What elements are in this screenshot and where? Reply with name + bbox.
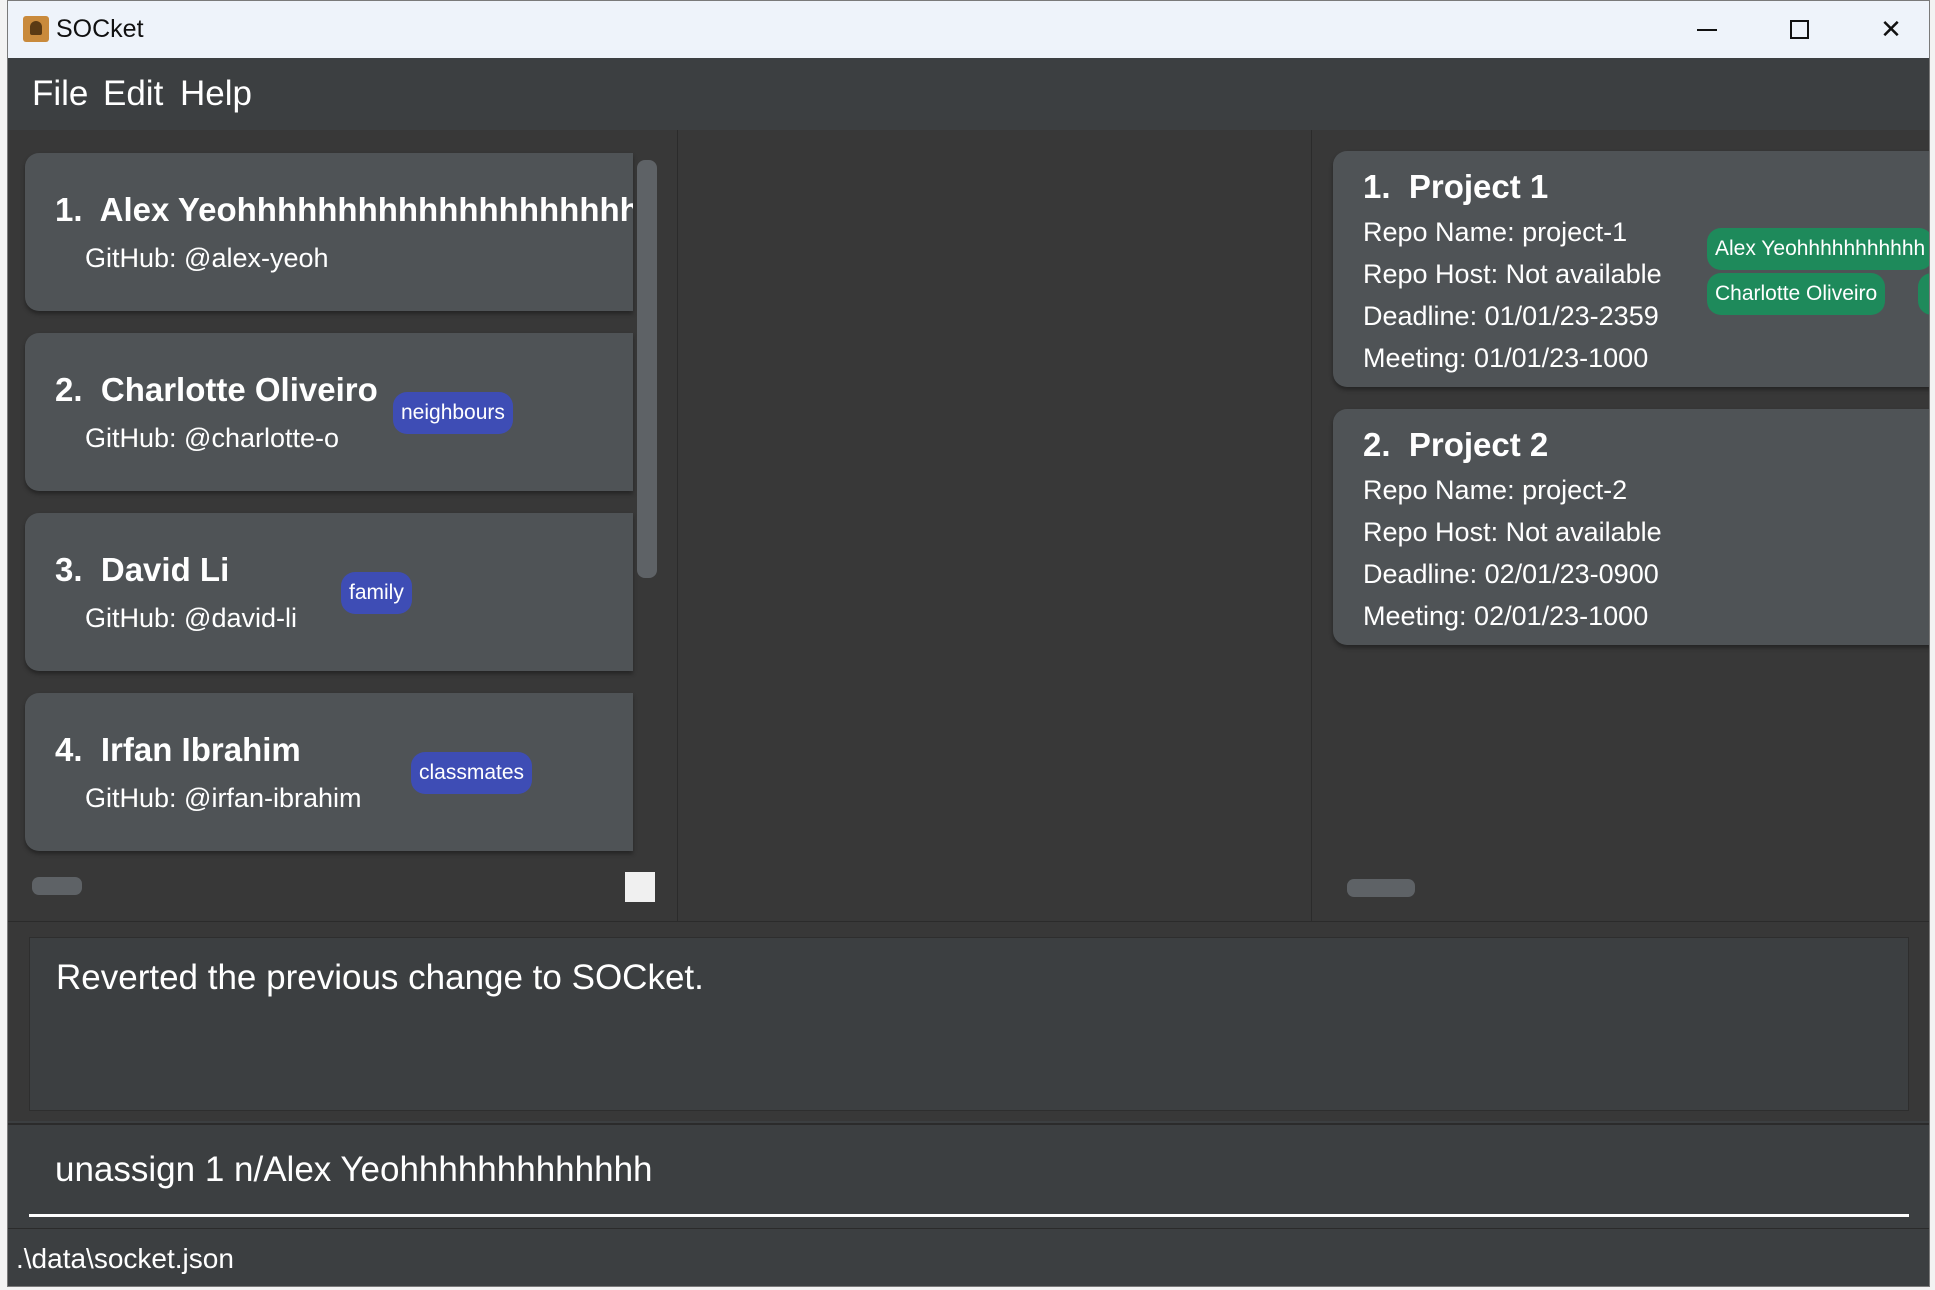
title-bar: SOCket ✕ <box>8 1 1929 58</box>
person-github: GitHub: @charlotte-o <box>85 423 340 453</box>
project-card[interactable]: 2. Project 2 Repo Name: project-2 Repo H… <box>1333 409 1929 645</box>
close-icon: ✕ <box>1880 14 1902 44</box>
person-tag: family <box>341 572 412 614</box>
scrollbar-corner <box>625 872 655 902</box>
status-bar: .\data\socket.json <box>8 1228 1929 1286</box>
app-icon <box>23 16 49 42</box>
person-card[interactable]: 2. Charlotte Oliveiro neighbours GitHub:… <box>25 333 633 491</box>
project-member-tag: Charlotte Oliveiro <box>1707 273 1886 315</box>
minimize-icon <box>1697 28 1717 31</box>
menu-edit[interactable]: Edit <box>103 74 163 114</box>
person-list-vertical-scrollbar[interactable] <box>637 160 657 578</box>
menu-file[interactable]: File <box>32 74 88 114</box>
project-repo-host: Repo Host: Not available <box>1363 259 1662 289</box>
project-list-panel: 1. Project 1 Repo Name: project-1 Repo H… <box>1311 130 1929 921</box>
project-list-horizontal-scrollbar[interactable] <box>1347 879 1415 897</box>
person-tag: neighbours <box>393 392 513 434</box>
person-name: 3. David Li <box>55 551 230 588</box>
project-card[interactable]: 1. Project 1 Repo Name: project-1 Repo H… <box>1333 151 1929 387</box>
maximize-button[interactable] <box>1753 1 1845 58</box>
person-list-horizontal-scrollbar[interactable] <box>32 877 82 895</box>
project-member-tag: Alex Yeohhhhhhhhhhh <box>1707 228 1929 270</box>
app-window: SOCket ✕ File Edit Help 1. Alex Yeohhhhh… <box>7 0 1930 1287</box>
save-file-path: .\data\socket.json <box>16 1243 234 1274</box>
project-deadline: Deadline: 02/01/23-0900 <box>1363 559 1659 589</box>
person-tag: classmates <box>411 752 533 794</box>
person-card[interactable]: 3. David Li family GitHub: @david-li <box>25 513 633 671</box>
person-card[interactable]: 4. Irfan Ibrahim classmates GitHub: @irf… <box>25 693 633 851</box>
menu-bar: File Edit Help <box>8 58 1929 130</box>
center-panel <box>678 130 1311 921</box>
project-name: 2. Project 2 <box>1363 426 1549 463</box>
window-title: SOCket <box>56 15 144 43</box>
project-name: 1. Project 1 <box>1363 168 1549 205</box>
project-member-tag-overflow <box>1918 273 1929 315</box>
project-repo-name: Repo Name: project-2 <box>1363 475 1628 505</box>
person-card[interactable]: 1. Alex Yeohhhhhhhhhhhhhhhhhhhhhhhh GitH… <box>25 153 633 311</box>
project-repo-name: Repo Name: project-1 <box>1363 217 1628 247</box>
person-github: GitHub: @david-li <box>85 603 297 633</box>
result-message: Reverted the previous change to SOCket. <box>56 958 704 997</box>
close-button[interactable]: ✕ <box>1845 1 1929 58</box>
command-box-panel <box>8 1123 1929 1227</box>
project-meeting: Meeting: 02/01/23-1000 <box>1363 601 1649 631</box>
person-github: GitHub: @irfan-ibrahim <box>85 783 362 813</box>
person-github: GitHub: @alex-yeoh <box>85 243 329 273</box>
maximize-icon <box>1789 20 1809 39</box>
result-display[interactable]: Reverted the previous change to SOCket. <box>29 937 1909 1111</box>
result-display-panel: Reverted the previous change to SOCket. <box>8 921 1929 1121</box>
menu-help[interactable]: Help <box>180 74 252 114</box>
minimize-button[interactable] <box>1661 1 1753 58</box>
person-name: 2. Charlotte Oliveiro <box>55 371 378 408</box>
project-repo-host: Repo Host: Not available <box>1363 517 1662 547</box>
person-name: 1. Alex Yeohhhhhhhhhhhhhhhhhhhhhhhh <box>55 191 633 228</box>
command-input[interactable] <box>29 1125 1909 1217</box>
project-deadline: Deadline: 01/01/23-2359 <box>1363 301 1659 331</box>
person-list-panel: 1. Alex Yeohhhhhhhhhhhhhhhhhhhhhhhh GitH… <box>8 130 678 921</box>
project-meeting: Meeting: 01/01/23-1000 <box>1363 343 1649 373</box>
person-name: 4. Irfan Ibrahim <box>55 731 301 768</box>
